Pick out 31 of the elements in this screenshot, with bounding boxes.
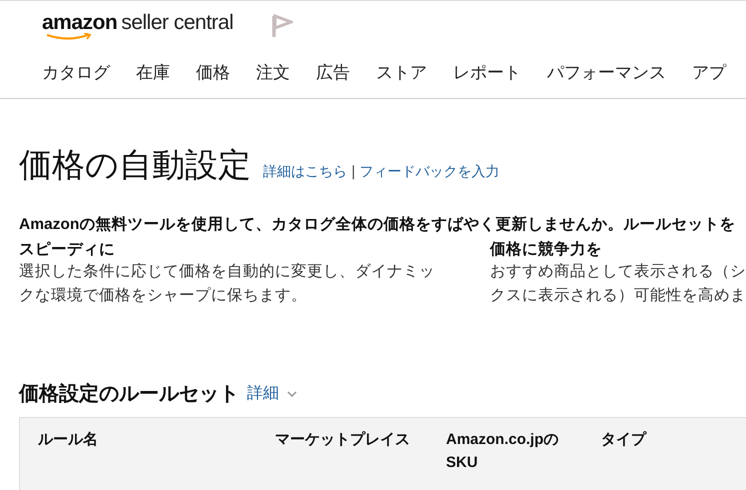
column-header: マーケットプレイス bbox=[275, 430, 411, 450]
logo-product: seller central bbox=[121, 11, 234, 35]
feature-text: クスに表示される）可能性を高めま bbox=[490, 286, 746, 306]
chevron-down-icon[interactable] bbox=[287, 390, 297, 396]
column-header: タイプ bbox=[601, 430, 648, 450]
nav-tab[interactable]: 広告 bbox=[316, 61, 350, 84]
nav-tab[interactable]: ストア bbox=[376, 61, 427, 84]
flag-icon[interactable] bbox=[271, 14, 294, 38]
feature-text: おすすめ商品として表示される（シ bbox=[490, 262, 746, 282]
details-link[interactable]: 詳細 bbox=[247, 383, 279, 404]
logo-brand: amazon bbox=[42, 11, 118, 35]
section-title: 価格設定のルールセット bbox=[19, 382, 239, 407]
nav-tab[interactable]: 価格 bbox=[196, 61, 230, 84]
header-link[interactable]: 詳細はこちら bbox=[263, 163, 347, 179]
nav-tab[interactable]: 在庫 bbox=[136, 61, 170, 84]
link-separator: | bbox=[351, 164, 356, 180]
page-title: 価格の自動設定 bbox=[19, 145, 251, 185]
nav-tab[interactable]: アプ bbox=[692, 61, 726, 84]
header-link[interactable]: フィードバックを入力 bbox=[360, 163, 500, 179]
nav-tab[interactable]: カタログ bbox=[42, 61, 110, 84]
feature-title: スピーディに bbox=[19, 240, 116, 260]
column-header: ルール名 bbox=[38, 430, 99, 450]
smile-icon bbox=[46, 33, 94, 41]
feature-text: クな環境で価格をシャープに保ちます。 bbox=[19, 286, 308, 306]
nav-tab[interactable]: レポート bbox=[453, 61, 521, 84]
nav-tab[interactable]: 注文 bbox=[256, 61, 290, 84]
feature-title: 価格に競争力を bbox=[490, 240, 603, 260]
column-header: Amazon.co.jpのSKU bbox=[446, 430, 560, 473]
nav-tab[interactable]: パフォーマンス bbox=[547, 61, 666, 84]
intro-text: Amazonの無料ツールを使用して、カタログ全体の価格をすばやく更新しませんか。ルールセットを bbox=[19, 214, 736, 235]
feature-text: 選択した条件に応じて価格を自動的に変更し、ダイナミッ bbox=[19, 262, 436, 282]
